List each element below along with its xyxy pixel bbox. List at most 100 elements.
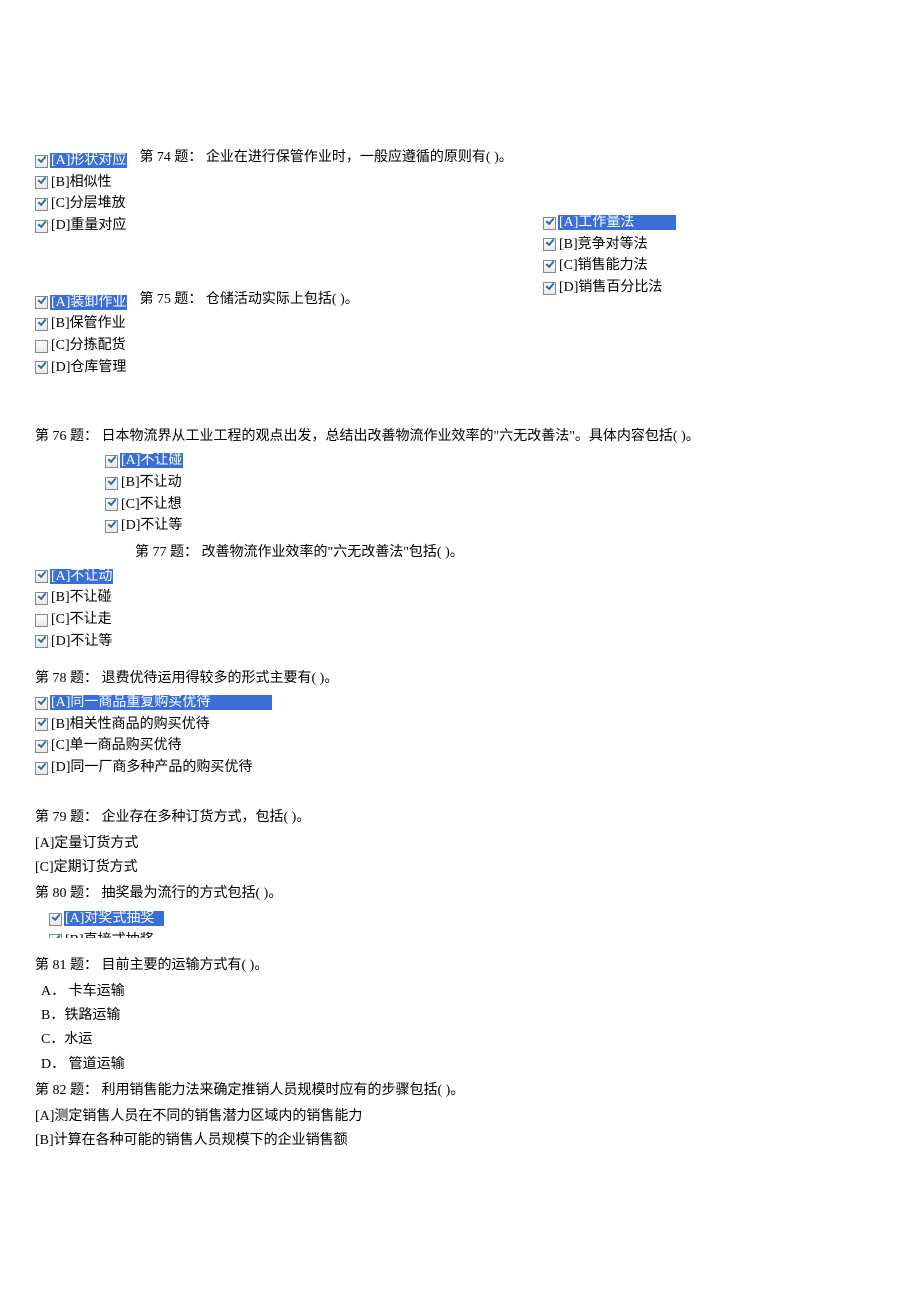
option-label: [A]形状对应 [50,153,127,168]
option-label: [C]分拣配货 [50,338,127,353]
q81-option-a: A． 卡车运输 [41,982,885,1002]
option-item[interactable]: [C]分拣配货 [35,336,127,357]
checkbox-icon[interactable] [49,913,62,926]
option-label: [B]不让碰 [50,590,113,605]
checkbox-icon[interactable] [105,498,118,511]
checkbox-icon[interactable] [35,318,48,331]
checkbox-icon[interactable] [35,155,48,168]
option-label: [D]不让等 [120,518,183,533]
checkbox-icon[interactable] [543,238,556,251]
option-label: [C]单一商品购买优待 [50,738,183,753]
q74-left-options: [A]形状对应 [B]相似性 [C]分层堆放 [D]重量对应 [35,150,127,238]
q81-option-b: B．铁路运输 [41,1006,885,1026]
option-label: [A]同一商品重复购买优待 [50,695,272,710]
q82-option-b: [B]计算在各种可能的销售人员规模下的企业销售额 [35,1131,885,1151]
option-label: [D]重量对应 [50,218,127,233]
checkbox-icon[interactable] [105,477,118,490]
option-label: [B]竞争对等法 [558,237,649,252]
option-item[interactable]: [D]重量对应 [35,216,127,237]
option-item[interactable]: [A]同一商品重复购买优待 [35,693,885,714]
checkbox-icon[interactable] [35,635,48,648]
q75-options: [A]装卸作业 [B]保管作业 [C]分拣配货 [D]仓库管理 [35,292,127,380]
question-82-title: 第 82 题： 利用销售能力法来确定推销人员规模时应有的步骤包括( )。 [35,1079,885,1103]
checkbox-icon[interactable] [35,198,48,211]
q82-option-a: [A]测定销售人员在不同的销售潜力区域内的销售能力 [35,1107,885,1127]
option-label: [A]不让碰 [120,453,183,468]
checkbox-icon[interactable] [35,296,48,309]
question-81-title: 第 81 题： 目前主要的运输方式有( )。 [35,954,885,978]
question-76-title: 第 76 题： 日本物流界从工业工程的观点出发，总结出改善物流作业效率的"六无改… [35,425,885,449]
checkbox-icon[interactable] [35,697,48,710]
option-item[interactable]: [A]形状对应 [35,151,127,172]
option-item[interactable]: [B]保管作业 [35,314,127,335]
option-label: [A]不让动 [50,569,113,584]
q79-option-c: [C]定期订货方式 [35,858,885,878]
option-item[interactable]: [C]分层堆放 [35,194,127,215]
q77-options: [A]不让动 [B]不让碰 [C]不让走 [D]不让等 [35,567,885,653]
option-label: [C]不让想 [120,497,183,512]
q80-options: [A]对奖式抽奖 [B]直接式抽奖 [49,908,885,938]
option-item[interactable]: [C]不让走 [35,610,885,631]
option-item[interactable]: [D]不让等 [105,516,885,537]
option-item[interactable]: [D]仓库管理 [35,358,127,379]
option-item[interactable]: [C]单一商品购买优待 [35,736,885,757]
option-item[interactable]: [B]不让动 [105,473,885,494]
option-label: [B]保管作业 [50,316,127,331]
checkbox-icon[interactable] [35,176,48,189]
option-item[interactable]: [A]不让碰 [105,451,885,472]
option-item[interactable]: [B]不让碰 [35,588,885,609]
q81-option-c: C．水运 [41,1030,885,1050]
option-label: [D]不让等 [50,634,113,649]
checkbox-icon[interactable] [35,740,48,753]
checkbox-icon[interactable] [543,260,556,273]
checkbox-icon[interactable] [35,570,48,583]
q74-right-options: [A]工作量法 [B]竞争对等法 [C]销售能力法 [D]销售百分比法 [543,212,676,300]
option-label: [C]销售能力法 [558,258,649,273]
q76-options: [A]不让碰 [B]不让动 [C]不让想 [D]不让等 [105,451,885,537]
option-label: [B]相关性商品的购买优待 [50,717,211,732]
option-label: [B]相似性 [50,175,113,190]
option-item[interactable]: [D]不让等 [35,632,885,653]
option-label: [A]工作量法 [558,215,676,230]
option-item[interactable]: [A]工作量法 [543,213,676,234]
checkbox-icon[interactable] [105,520,118,533]
checkbox-icon[interactable] [105,455,118,468]
option-item[interactable]: [A]对奖式抽奖 [49,909,885,930]
q79-option-a: [A]定量订货方式 [35,834,885,854]
option-item[interactable]: [B]竞争对等法 [543,235,676,256]
question-78-title: 第 78 题： 退费优待运用得较多的形式主要有( )。 [35,667,885,691]
q81-option-d: D． 管道运输 [41,1055,885,1075]
question-74-block: [A]形状对应 [B]相似性 [C]分层堆放 [D]重量对应 第 74 题： 企… [35,150,885,238]
option-label: [B]不让动 [120,475,183,490]
checkbox-icon[interactable] [35,614,48,627]
option-item[interactable]: [A]不让动 [35,567,885,588]
checkbox-icon[interactable] [49,934,62,938]
option-label: [C]分层堆放 [50,196,127,211]
checkbox-icon[interactable] [543,217,556,230]
option-label: [D]仓库管理 [50,360,127,375]
option-item[interactable]: [B]相似性 [35,173,127,194]
option-item[interactable]: [C]销售能力法 [543,256,676,277]
option-item[interactable]: [D]同一厂商多种产品的购买优待 [35,758,885,779]
question-75-title: 第 75 题： 仓储活动实际上包括( )。 [139,288,358,312]
option-label: [D]同一厂商多种产品的购买优待 [50,760,253,775]
checkbox-icon[interactable] [35,361,48,374]
option-item[interactable]: [A]装卸作业 [35,293,127,314]
question-77-title: 第 77 题： 改善物流作业效率的"六无改善法"包括( )。 [135,541,885,565]
option-item[interactable]: [B]相关性商品的购买优待 [35,715,885,736]
question-79-title: 第 79 题： 企业存在多种订货方式，包括( )。 [35,806,885,830]
checkbox-icon[interactable] [35,592,48,605]
option-label: [A]装卸作业 [50,295,127,310]
checkbox-icon[interactable] [35,340,48,353]
q78-options: [A]同一商品重复购买优待 [B]相关性商品的购买优待 [C]单一商品购买优待 … [35,693,885,779]
option-label: [B]直接式抽奖 [64,933,155,938]
option-label: [C]不让走 [50,612,113,627]
checkbox-icon[interactable] [35,762,48,775]
question-75-block: [A]装卸作业 [B]保管作业 [C]分拣配货 [D]仓库管理 第 75 题： … [35,292,885,380]
checkbox-icon[interactable] [35,718,48,731]
checkbox-icon[interactable] [35,220,48,233]
question-74-title: 第 74 题： 企业在进行保管作业时，一般应遵循的原则有( )。 [139,146,512,170]
option-item[interactable]: [B]直接式抽奖 [49,931,885,938]
option-item[interactable]: [C]不让想 [105,495,885,516]
option-label: [A]对奖式抽奖 [64,911,164,926]
